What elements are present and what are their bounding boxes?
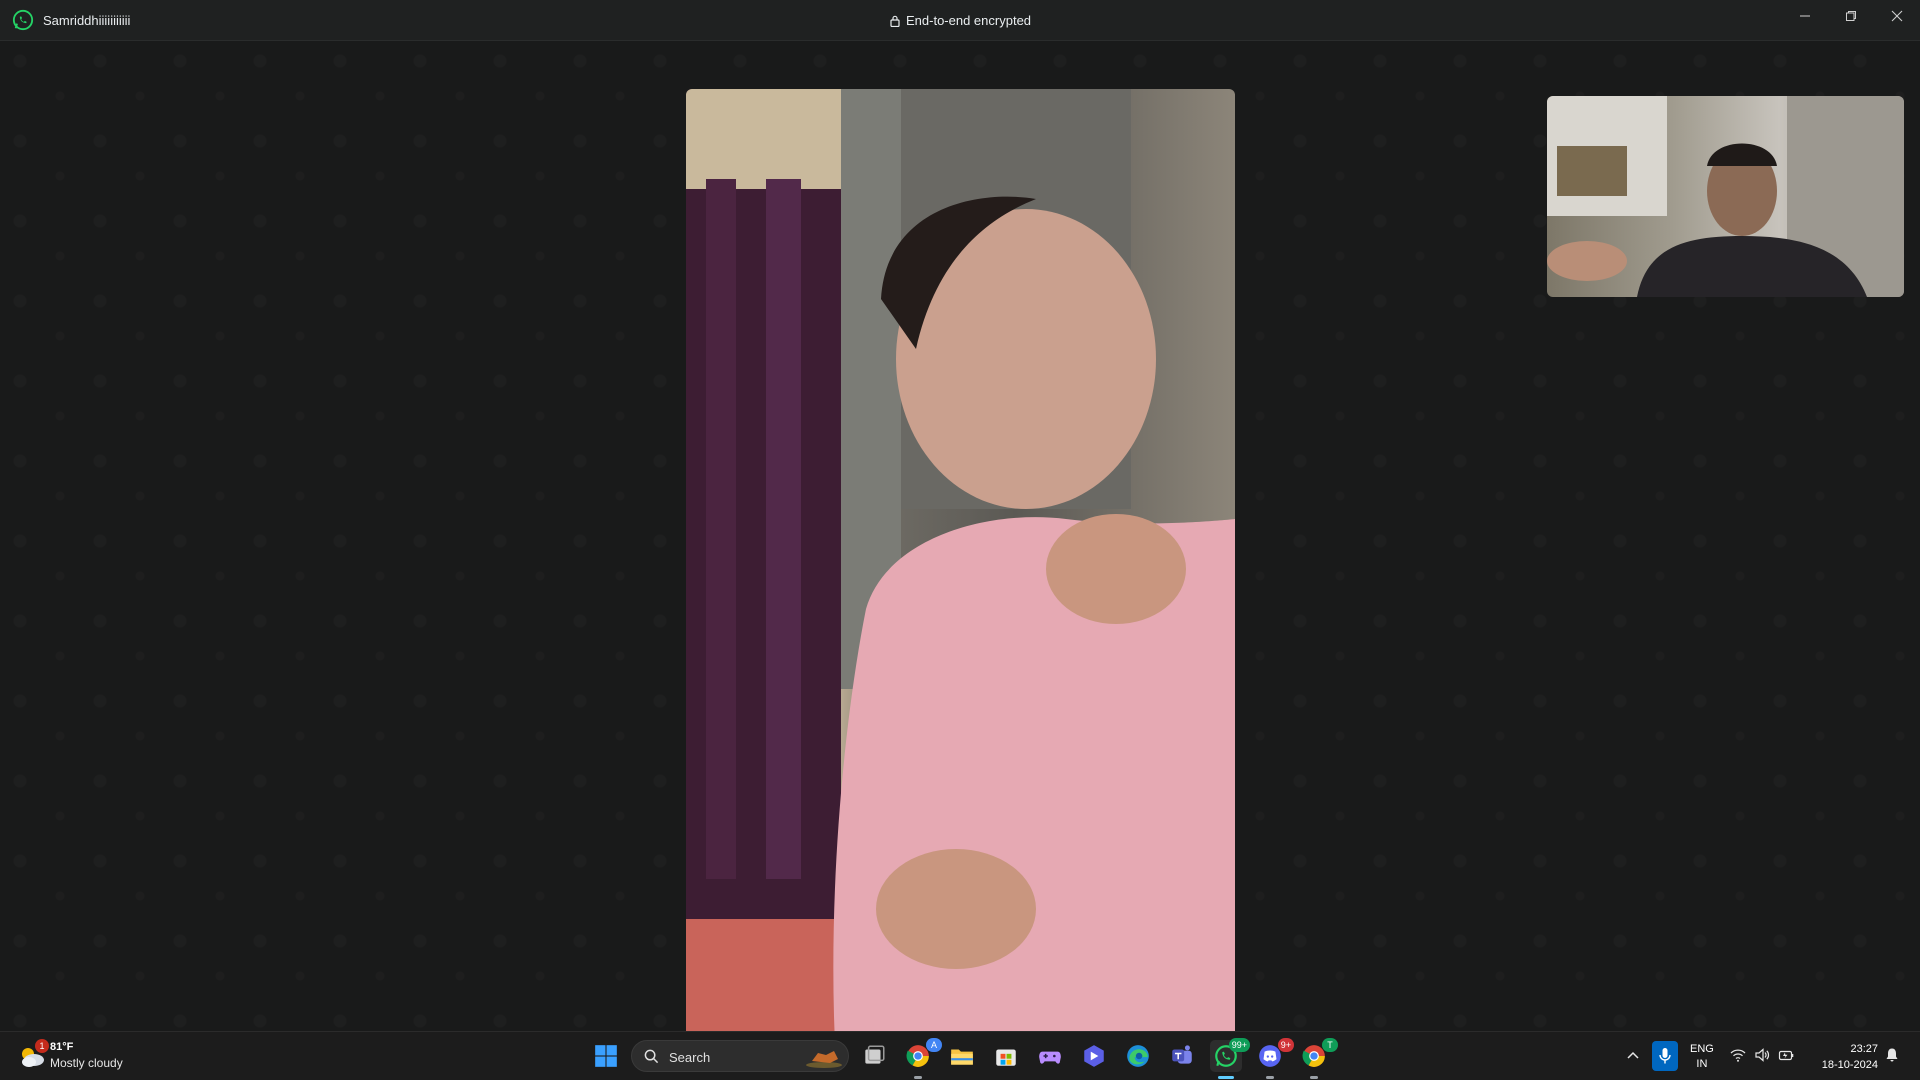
- microphone-in-use-button[interactable]: [1652, 1041, 1678, 1071]
- language-code: ENG: [1690, 1043, 1714, 1055]
- microphone-icon: [1659, 1048, 1671, 1064]
- edge-icon: [1127, 1045, 1149, 1067]
- self-video-frame: [1547, 96, 1904, 297]
- running-indicator: [1266, 1076, 1274, 1079]
- teams-icon: [1172, 1045, 1192, 1064]
- clock[interactable]: 23:27 18-10-2024: [1808, 1041, 1878, 1073]
- taskbar-file-explorer[interactable]: [946, 1040, 978, 1072]
- encryption-label: End-to-end encrypted: [906, 13, 1032, 28]
- taskbar-store[interactable]: [990, 1040, 1022, 1072]
- chevron-up-icon[interactable]: [1624, 1047, 1642, 1065]
- volume-icon[interactable]: [1754, 1047, 1770, 1063]
- region-code: IN: [1696, 1058, 1708, 1070]
- remote-video-frame: [686, 89, 1235, 1064]
- taskbar-chrome-profile[interactable]: T: [1298, 1038, 1338, 1079]
- gamepad-icon: [1039, 1051, 1061, 1064]
- task-view-icon: [865, 1045, 885, 1064]
- maximize-icon: [1846, 11, 1856, 21]
- search-icon: [644, 1049, 659, 1064]
- app-icon: [1084, 1045, 1104, 1067]
- store-icon: [996, 1049, 1016, 1066]
- maximize-button[interactable]: [1828, 0, 1874, 32]
- taskbar-chrome[interactable]: A: [902, 1038, 942, 1079]
- start-button[interactable]: [590, 1040, 622, 1072]
- minimize-button[interactable]: [1782, 0, 1828, 32]
- close-button[interactable]: [1874, 0, 1920, 32]
- whatsapp-unread-badge: 99+: [1228, 1038, 1250, 1052]
- video-call-area: [0, 41, 1920, 1064]
- clock-time: 23:27: [1850, 1043, 1878, 1055]
- system-tray-icons[interactable]: [1730, 1047, 1794, 1063]
- remote-participant-video[interactable]: [686, 89, 1235, 1064]
- task-view-button[interactable]: [858, 1040, 890, 1072]
- active-indicator: [1218, 1076, 1234, 1079]
- taskbar-whatsapp[interactable]: 99+: [1210, 1038, 1250, 1079]
- title-bar: Samriddhiiiiiiiiiii End-to-end encrypted: [0, 0, 1920, 41]
- discord-unread-badge: 9+: [1277, 1038, 1294, 1052]
- taskbar-app[interactable]: [1078, 1040, 1110, 1072]
- taskbar-teams[interactable]: [1166, 1040, 1198, 1072]
- weather-badge: 1: [35, 1039, 49, 1053]
- folder-icon: [951, 1049, 973, 1065]
- taskbar-discord[interactable]: 9+: [1254, 1038, 1294, 1079]
- minimize-icon: [1800, 15, 1810, 17]
- encryption-notice[interactable]: End-to-end encrypted: [890, 13, 1031, 28]
- taskbar-search[interactable]: Search: [631, 1040, 849, 1072]
- search-placeholder: Search: [669, 1050, 711, 1065]
- contact-name[interactable]: Samriddhiiiiiiiiiii: [43, 13, 130, 28]
- close-icon: [1891, 10, 1903, 22]
- clock-date: 18-10-2024: [1821, 1059, 1878, 1071]
- lock-icon: [890, 15, 900, 27]
- taskbar-edge[interactable]: [1122, 1040, 1154, 1072]
- chrome-profile-badge: T: [1322, 1038, 1338, 1052]
- wifi-icon[interactable]: [1730, 1047, 1746, 1063]
- weather-description: Mostly cloudy: [50, 1056, 123, 1070]
- running-indicator: [1310, 1076, 1318, 1079]
- taskbar-game-app[interactable]: [1034, 1040, 1066, 1072]
- chrome-profile-badge: A: [926, 1038, 942, 1052]
- windows-start-icon: [595, 1045, 617, 1067]
- weather-widget[interactable]: 1 81°F Mostly cloudy: [14, 1038, 154, 1074]
- taskbar: 1 81°F Mostly cloudy Search A 99+ 9+ T E…: [0, 1031, 1920, 1080]
- whatsapp-icon: [12, 9, 34, 31]
- search-highlight-icon: [806, 1051, 842, 1068]
- battery-icon[interactable]: [1778, 1047, 1794, 1063]
- self-preview-video[interactable]: [1547, 96, 1904, 297]
- weather-temperature: 81°F: [50, 1041, 74, 1053]
- input-language[interactable]: ENG IN: [1690, 1042, 1714, 1072]
- notification-bell-icon[interactable]: [1884, 1047, 1900, 1063]
- running-indicator: [914, 1076, 922, 1079]
